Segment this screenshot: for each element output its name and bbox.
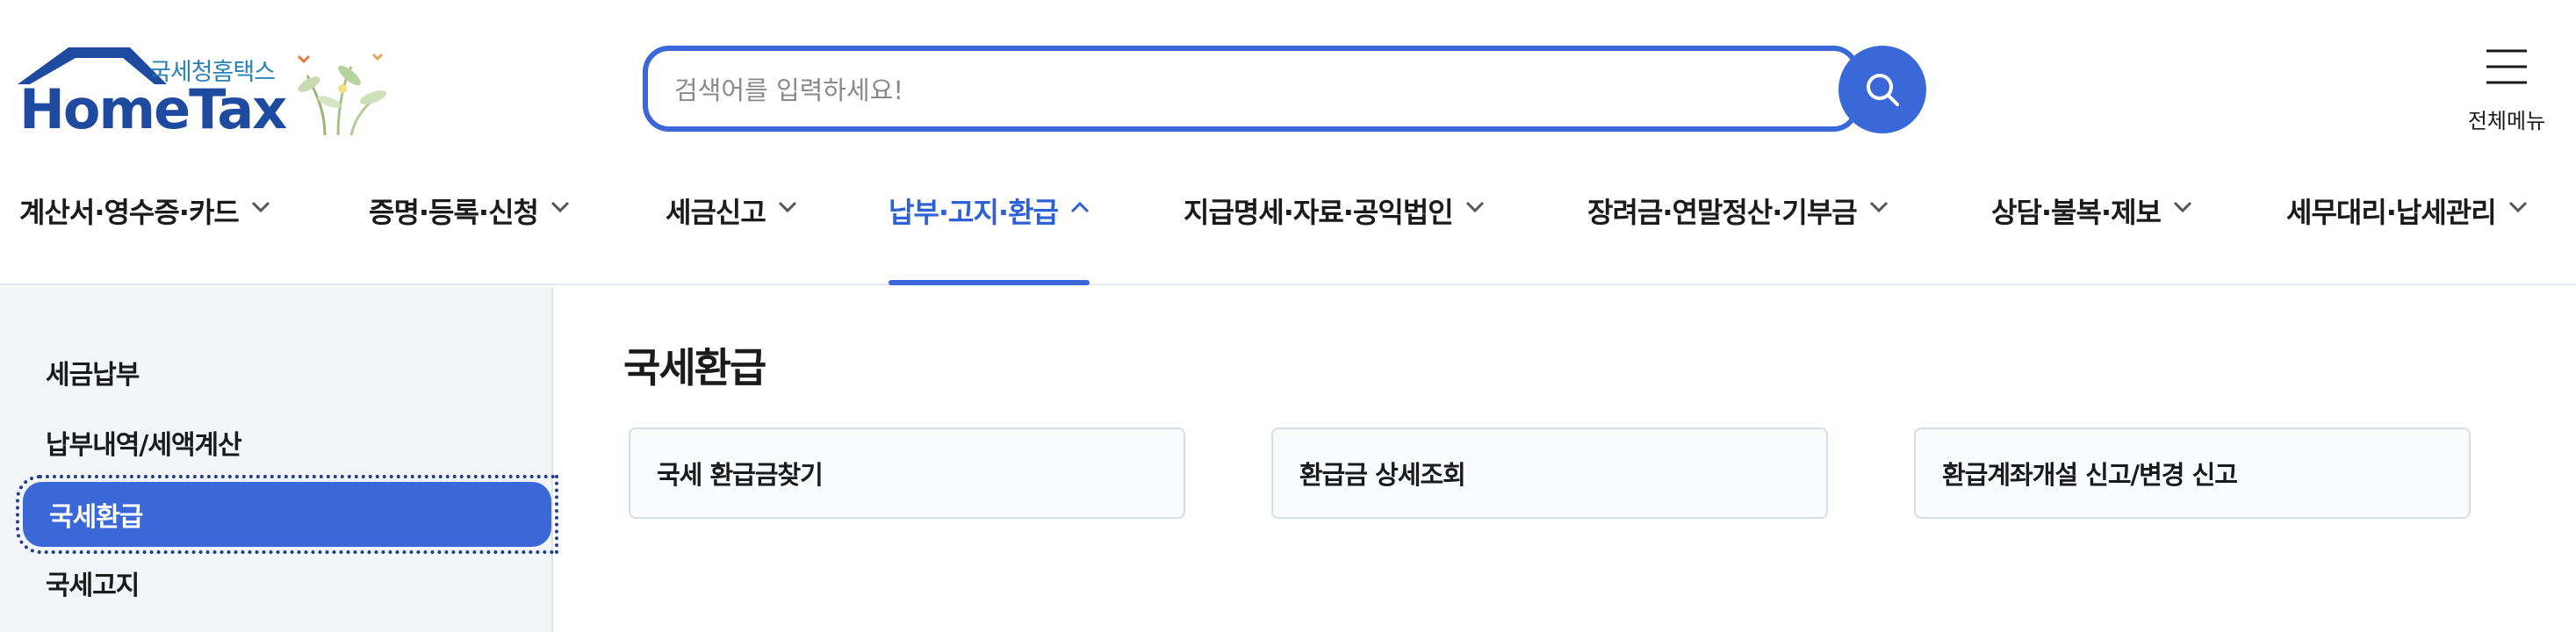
page-title: 국세환급 xyxy=(623,344,766,391)
hamburger-menu-icon xyxy=(2486,49,2527,84)
gnb-item-label: 세금신고 xyxy=(666,196,766,229)
chevron-down-icon xyxy=(1869,201,1888,213)
gnb-item-label: 계산서·영수증·카드 xyxy=(19,196,240,229)
search-input[interactable] xyxy=(674,68,1798,112)
sidebar-item-label: 국세환급 xyxy=(23,482,551,547)
plant-illustration-icon xyxy=(297,53,387,136)
all-menu-label: 전체메뉴 xyxy=(2467,109,2546,133)
chevron-down-icon xyxy=(2173,201,2192,213)
gnb-item-tax-filing[interactable]: 세금신고 xyxy=(666,190,797,285)
sidebar: 세금납부 납부내역/세액계산 국세고지 xyxy=(0,287,553,632)
gnb-item-label: 납부·고지·환급 xyxy=(889,196,1059,229)
sidebar-item-payment-history[interactable]: 납부내역/세액계산 xyxy=(46,423,242,462)
card-refund-account-registration[interactable]: 환급계좌개설 신고/변경 신고 xyxy=(1914,427,2471,519)
active-tab-indicator xyxy=(889,280,1090,285)
search-icon xyxy=(1867,74,1899,106)
sidebar-item-tax-notice[interactable]: 국세고지 xyxy=(46,564,140,602)
gnb-item-incentive-yearend-donation[interactable]: 장려금·연말정산·기부금 xyxy=(1587,190,1889,285)
gnb-item-payment-statement-data[interactable]: 지급명세·자료·공익법인 xyxy=(1184,190,1485,285)
gnb-item-label: 세무대리·납세관리 xyxy=(2286,196,2497,229)
chevron-down-icon xyxy=(778,201,796,213)
card-refund-detail-inquiry[interactable]: 환급금 상세조회 xyxy=(1271,427,1828,519)
gnb-item-consult-appeal-report[interactable]: 상담·불복·제보 xyxy=(1991,190,2192,285)
search-box[interactable] xyxy=(643,46,1860,132)
gnb-item-label: 상담·불복·제보 xyxy=(1991,196,2162,229)
sidebar-item-tax-payment[interactable]: 세금납부 xyxy=(46,353,140,391)
gnb-item-tax-agent-management[interactable]: 세무대리·납세관리 xyxy=(2286,190,2528,285)
gnb-item-label: 증명·등록·신청 xyxy=(369,196,539,229)
search-button[interactable] xyxy=(1838,46,1926,133)
site-header: 국세청홈택스 HomeTax 전체메뉴 xyxy=(0,0,2576,154)
chevron-down-icon xyxy=(251,201,270,213)
gnb-item-label: 지급명세·자료·공익법인 xyxy=(1184,196,1454,229)
hometax-logo[interactable]: 국세청홈택스 HomeTax xyxy=(18,42,404,141)
global-navigation: 계산서·영수증·카드 증명·등록·신청 세금신고 납부·고지·환급 지급명세·자… xyxy=(0,162,2576,285)
gnb-item-invoice-receipt-card[interactable]: 계산서·영수증·카드 xyxy=(19,190,270,285)
chevron-down-icon xyxy=(2508,201,2527,213)
gnb-item-label: 장려금·연말정산·기부금 xyxy=(1587,196,1858,229)
logo-brand-name: HomeTax xyxy=(19,77,287,141)
gnb-item-certificate-registration[interactable]: 증명·등록·신청 xyxy=(369,190,570,285)
chevron-up-icon xyxy=(1070,201,1090,213)
chevron-down-icon xyxy=(550,201,570,213)
chevron-down-icon xyxy=(1465,201,1484,213)
card-find-refund[interactable]: 국세 환급금찾기 xyxy=(629,427,1185,519)
sidebar-item-national-tax-refund[interactable]: 국세환급 xyxy=(16,475,558,554)
gnb-item-payment-notice-refund[interactable]: 납부·고지·환급 xyxy=(889,190,1090,285)
all-menu-button[interactable]: 전체메뉴 xyxy=(2450,42,2564,139)
